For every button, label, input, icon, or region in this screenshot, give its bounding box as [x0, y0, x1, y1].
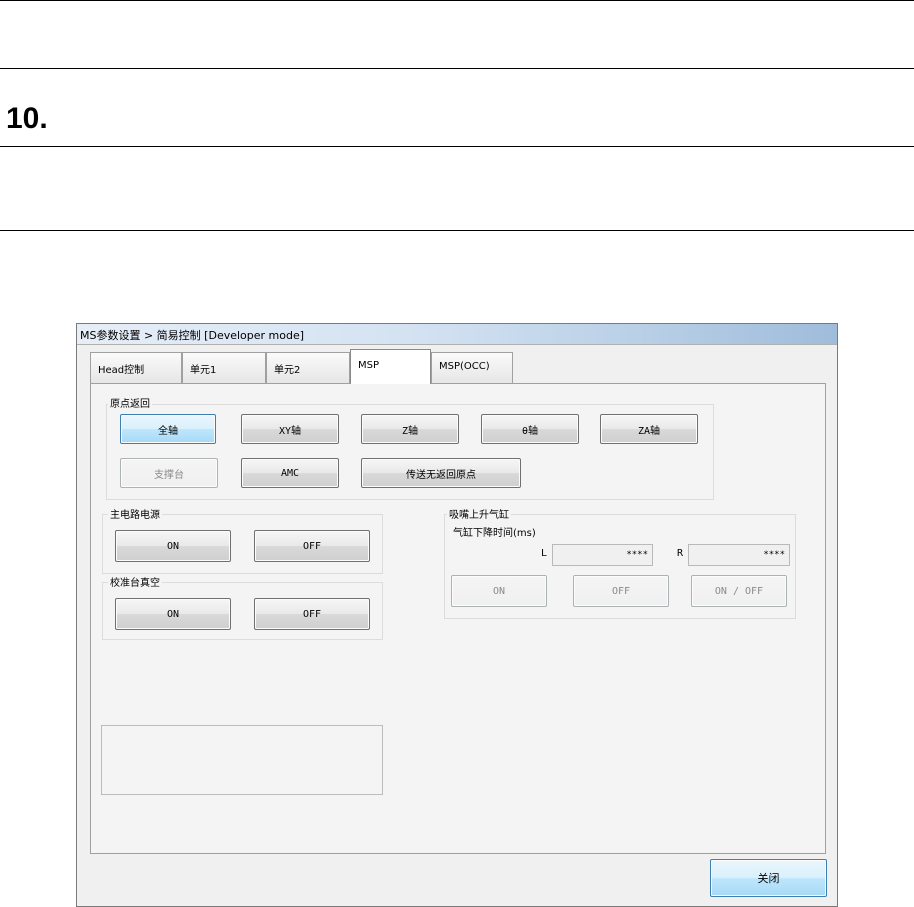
origin-return-label: 原点返回	[108, 395, 152, 410]
tab-content-panel: 原点返回 全轴 XY轴 Z轴 θ轴 ZA轴 支撑台 AMC 传送无返回原点 主电…	[90, 383, 826, 854]
conveyor-no-origin-return-button[interactable]: 传送无返回原点	[361, 458, 521, 488]
calibration-vacuum-on-button[interactable]: ON	[115, 598, 231, 630]
cylinder-on-off-button[interactable]: ON / OFF	[691, 575, 787, 607]
section-bottom-rule	[0, 230, 914, 231]
xy-axis-button[interactable]: XY轴	[241, 414, 339, 444]
calibration-vacuum-label: 校准台真空	[108, 574, 162, 589]
window-title: MS参数设置 > 简易控制 [Developer mode]	[80, 329, 305, 342]
left-label: L	[541, 548, 548, 559]
z-axis-button[interactable]: Z轴	[361, 414, 459, 444]
tab-msp-occ[interactable]: MSP(OCC)	[431, 352, 513, 383]
cylinder-descent-time-label: 气缸下降时间(ms)	[453, 528, 536, 539]
header-rule	[0, 68, 914, 69]
tab-unit-2[interactable]: 单元2	[266, 352, 350, 383]
left-descent-time-field[interactable]: ****	[552, 544, 653, 566]
tab-msp[interactable]: MSP	[350, 349, 431, 384]
right-descent-time-field[interactable]: ****	[688, 544, 790, 566]
main-power-on-button[interactable]: ON	[115, 530, 231, 562]
main-power-label: 主电路电源	[108, 506, 162, 521]
tab-head-control[interactable]: Head控制	[90, 352, 182, 383]
window-titlebar[interactable]: MS参数设置 > 简易控制 [Developer mode]	[77, 324, 837, 345]
main-power-off-button[interactable]: OFF	[254, 530, 370, 562]
section-rule	[0, 146, 914, 147]
section-number: 10.	[6, 102, 48, 135]
info-box	[101, 725, 383, 795]
amc-button[interactable]: AMC	[241, 458, 339, 488]
ms-parameter-window: MS参数设置 > 简易控制 [Developer mode] Head控制 单元…	[76, 323, 838, 907]
za-axis-button[interactable]: ZA轴	[600, 414, 698, 444]
tab-unit-1[interactable]: 单元1	[182, 352, 266, 383]
nozzle-cylinder-label: 吸嘴上升气缸	[447, 506, 511, 521]
close-button[interactable]: 关闭	[710, 859, 827, 897]
all-axes-button[interactable]: 全轴	[120, 414, 216, 444]
right-label: R	[677, 548, 684, 559]
cylinder-off-button[interactable]: OFF	[573, 575, 669, 607]
calibration-vacuum-off-button[interactable]: OFF	[254, 598, 370, 630]
top-rule	[0, 0, 914, 1]
support-table-button[interactable]: 支撑台	[120, 458, 218, 488]
cylinder-on-button[interactable]: ON	[451, 575, 547, 607]
theta-axis-button[interactable]: θ轴	[481, 414, 579, 444]
